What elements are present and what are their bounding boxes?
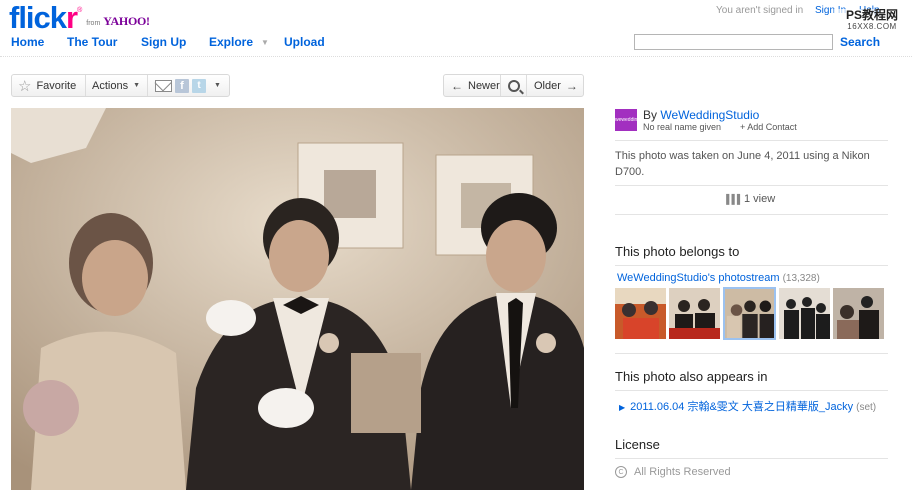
photostream-thumbnail[interactable] xyxy=(669,288,720,339)
share-menu-button[interactable]: f t ▼ xyxy=(148,75,229,96)
nav-upload[interactable]: Upload xyxy=(284,35,325,49)
arrow-left-icon: ← xyxy=(451,78,463,93)
by-prefix: By xyxy=(643,108,658,122)
watermark-main: PS教程网 xyxy=(834,9,910,22)
flickr-logo[interactable]: flickr ® from YAHOO! xyxy=(9,1,150,33)
photostream-thumbnails xyxy=(615,287,884,340)
photo-nav-toolbar: ← Newer Older → xyxy=(443,74,584,97)
belongs-to-title: This photo belongs to xyxy=(615,244,740,259)
actions-label: Actions xyxy=(92,79,129,92)
favorite-label: Favorite xyxy=(36,79,77,92)
photostream-count: (13,328) xyxy=(782,273,820,284)
also-appears-title: This photo also appears in xyxy=(615,369,768,384)
yahoo-logo: YAHOO! xyxy=(103,14,150,28)
photo-illustration xyxy=(11,108,584,490)
set-suffix: (set) xyxy=(856,402,877,413)
newer-button[interactable]: ← Newer xyxy=(444,75,501,96)
nav-explore[interactable]: Explore xyxy=(209,35,253,49)
favorite-button[interactable]: ☆ Favorite xyxy=(12,75,86,96)
owner-name-link[interactable]: WeWeddingStudio xyxy=(660,108,759,122)
divider xyxy=(615,265,888,266)
license-info: C All Rights Reserved xyxy=(615,466,731,478)
nav-sign-up[interactable]: Sign Up xyxy=(141,35,186,49)
photostream-thumbnail[interactable] xyxy=(779,288,830,339)
logo-wordmark: flickr xyxy=(9,0,78,35)
header-divider xyxy=(0,56,912,57)
search-input[interactable] xyxy=(634,34,833,50)
nav-home[interactable]: Home xyxy=(11,35,44,49)
mail-icon[interactable] xyxy=(155,79,172,92)
main-photo[interactable] xyxy=(11,108,584,490)
expand-triangle-icon[interactable]: ▶ xyxy=(619,403,625,412)
view-count-label: 1 view xyxy=(743,193,776,205)
logo-from: from xyxy=(86,20,101,27)
view-count: ▐▐▐ 1 view xyxy=(615,193,883,205)
owner-real-name: No real name given xyxy=(643,122,722,132)
owner-byline: By WeWeddingStudio xyxy=(643,108,759,122)
older-label: Older xyxy=(534,79,561,92)
set-name[interactable]: 2011.06.04 宗翰&雯文 大喜之日精華版_Jacky xyxy=(630,401,853,413)
set-link[interactable]: ▶ 2011.06.04 宗翰&雯文 大喜之日精華版_Jacky (set) xyxy=(619,398,876,414)
logo-registered-mark: ® xyxy=(77,7,83,14)
license-title: License xyxy=(615,437,660,452)
owner-avatar[interactable]: wewedding xyxy=(615,109,637,131)
divider xyxy=(615,185,888,186)
photo-taken-info: This photo was taken on June 4, 2011 usi… xyxy=(615,150,870,178)
actions-menu-button[interactable]: Actions ▼ xyxy=(86,75,148,96)
photostream-thumbnail[interactable] xyxy=(833,288,884,339)
arrow-right-icon: → xyxy=(565,78,578,93)
divider xyxy=(615,214,888,215)
star-icon: ☆ xyxy=(18,77,32,95)
photo-actions-toolbar: ☆ Favorite Actions ▼ f t ▼ xyxy=(11,74,230,97)
copyright-icon: C xyxy=(615,466,627,478)
zoom-in-icon xyxy=(507,79,520,92)
watermark: PS教程网 16XX8.COM xyxy=(834,9,910,31)
photostream-link[interactable]: WeWeddingStudio's photostream (13,328) xyxy=(617,272,820,284)
divider xyxy=(615,140,888,141)
zoom-button[interactable] xyxy=(501,75,527,96)
divider xyxy=(615,390,888,391)
chevron-down-icon: ▼ xyxy=(133,82,141,89)
facebook-icon[interactable]: f xyxy=(175,78,189,93)
photostream-thumbnail[interactable] xyxy=(615,288,666,339)
chevron-down-icon[interactable]: ▼ xyxy=(214,82,221,89)
photostream-thumbnail-current[interactable] xyxy=(723,287,776,340)
newer-label: Newer xyxy=(468,79,500,92)
older-button[interactable]: Older → xyxy=(527,75,583,96)
photostream-name[interactable]: WeWeddingStudio's photostream xyxy=(617,272,780,284)
watermark-sub: 16XX8.COM xyxy=(847,22,897,31)
divider xyxy=(615,353,888,354)
signed-out-text: You aren't signed in xyxy=(716,5,804,16)
explore-chevron-down-icon[interactable]: ▼ xyxy=(261,38,269,47)
divider xyxy=(615,458,888,459)
stats-bars-icon: ▐▐▐ xyxy=(722,194,740,204)
add-contact-link[interactable]: + Add Contact xyxy=(740,122,797,132)
search-button[interactable]: Search xyxy=(840,35,880,49)
twitter-icon[interactable]: t xyxy=(192,78,206,93)
license-text[interactable]: All Rights Reserved xyxy=(634,466,731,478)
nav-tour[interactable]: The Tour xyxy=(67,35,117,49)
